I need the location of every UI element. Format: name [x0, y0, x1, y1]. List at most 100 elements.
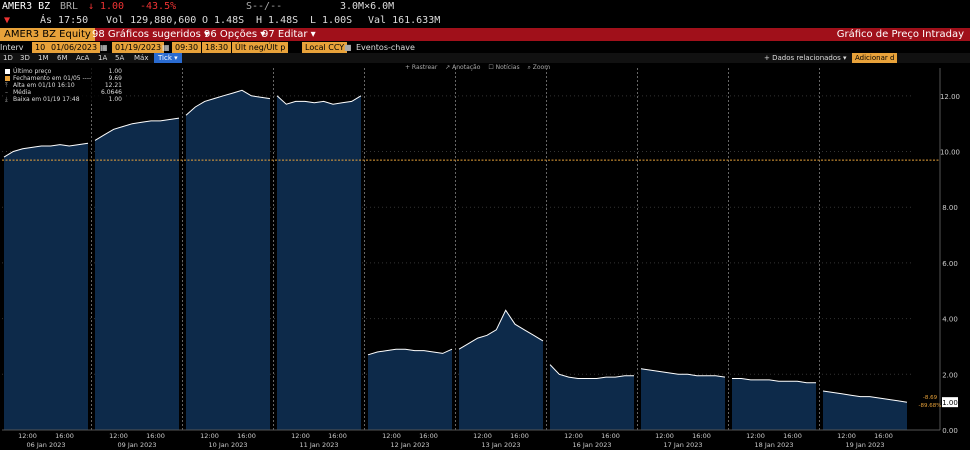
title-bar: AMER3 BZ Equity 98 Gráficos sugeridos ▾ …: [0, 28, 970, 41]
legend-swatch: [5, 76, 10, 81]
start-date-input[interactable]: 01/06/2023: [48, 42, 101, 53]
interval-input[interactable]: 10: [32, 42, 49, 53]
news-tool[interactable]: ☐ Notícias: [488, 64, 519, 71]
x-date-label: 17 Jan 2023: [664, 441, 703, 449]
down-triangle-icon: ▼: [4, 15, 11, 26]
end-date-input[interactable]: 01/19/2023: [112, 42, 165, 53]
low-price: L 1.00S: [310, 15, 353, 26]
legend-item: Fechamento em 01/05 ---- 9.69: [4, 75, 126, 82]
currency-select[interactable]: Local CCY: [302, 42, 348, 53]
up-arrow-icon: ⤒: [5, 82, 8, 89]
last-value-label: 1.00: [942, 399, 958, 407]
x-time-label: 16:00: [328, 432, 347, 440]
menu-edit[interactable]: 97 Editar ▾: [262, 28, 316, 41]
chart-toolbar: + Rastrear ↗ Anotação ☐ Notícias ⌕ Zoom: [405, 64, 556, 72]
menu-options[interactable]: 96 Opções ▾: [204, 28, 265, 41]
checkbox-icon[interactable]: ■: [344, 42, 352, 53]
last-trade-time: Ás 17:50: [40, 15, 89, 26]
quote-summary: ▼ Ás 17:50 Vol 129,880,600 O 1.48S H 1.4…: [0, 14, 970, 28]
calendar-icon[interactable]: ▦: [100, 42, 108, 53]
x-time-label: 12:00: [200, 432, 219, 440]
price-type-select[interactable]: Últ neg/Últ p: [232, 42, 289, 53]
period-max[interactable]: Máx: [134, 53, 148, 63]
period-1y[interactable]: 1A: [98, 53, 107, 63]
period-ytd[interactable]: AcA: [76, 53, 89, 63]
x-date-label: 06 Jan 2023: [27, 441, 66, 449]
x-date-label: 18 Jan 2023: [755, 441, 794, 449]
x-date-label: 16 Jan 2023: [573, 441, 612, 449]
x-date-label: 09 Jan 2023: [118, 441, 157, 449]
x-time-label: 12:00: [18, 432, 37, 440]
add-data-button[interactable]: Adicionar d: [852, 53, 898, 63]
dash-icon: –: [5, 89, 8, 96]
y-tick-label: 10.00: [940, 149, 960, 157]
bid-ask: S--/--: [246, 1, 283, 12]
interval-label: Interv: [0, 43, 24, 52]
key-events-label: Eventos-chave: [356, 43, 415, 52]
x-time-label: 12:00: [746, 432, 765, 440]
menu-suggested-charts[interactable]: 98 Gráficos sugeridos ▾: [92, 28, 209, 41]
price-area: [368, 349, 452, 430]
ticker-bar: AMER3 BZ BRL ↓ 1.00 -43.5% S--/-- 3.0M×6…: [0, 0, 970, 14]
page-title: Gráfico de Preço Intraday: [836, 29, 964, 40]
period-5y[interactable]: 5A: [115, 53, 124, 63]
x-time-label: 16:00: [55, 432, 74, 440]
high-price: H 1.48S: [256, 15, 299, 26]
open-price: O 1.48S: [202, 15, 245, 26]
bid-ask-size: 3.0M×6.0M: [340, 1, 395, 12]
zoom-tool[interactable]: ⌕ Zoom: [528, 64, 551, 71]
traded-value: Val 161.633M: [368, 15, 441, 26]
period-selector: 1D 3D 1M 6M AcA 1A 5A Máx Tick ▾ + Dados…: [0, 53, 970, 63]
change-percent: -43.5%: [140, 1, 177, 12]
end-time-input[interactable]: 18:30: [202, 42, 232, 53]
security-field[interactable]: AMER3 BZ Equity: [0, 28, 95, 41]
annotation-tool[interactable]: ↗ Anotação: [445, 64, 480, 71]
x-time-label: 12:00: [655, 432, 674, 440]
x-time-label: 16:00: [146, 432, 165, 440]
x-time-label: 16:00: [601, 432, 620, 440]
y-tick-label: 0.00: [942, 427, 958, 435]
start-time-input[interactable]: 09:30: [172, 42, 202, 53]
y-tick-label: 12.00: [940, 93, 960, 101]
x-date-label: 10 Jan 2023: [209, 441, 248, 449]
x-time-label: 16:00: [510, 432, 529, 440]
related-data-button[interactable]: + Dados relacionados ▾: [764, 53, 847, 63]
change-percent-label: -89.68%: [919, 403, 942, 409]
x-time-label: 16:00: [783, 432, 802, 440]
volume: Vol 129,880,600: [106, 15, 197, 26]
price-area: [641, 368, 725, 430]
ticker-symbol: AMER3 BZ: [2, 1, 51, 12]
period-6m[interactable]: 6M: [57, 53, 68, 63]
track-tool[interactable]: + Rastrear: [405, 64, 437, 71]
price-area: [277, 95, 361, 431]
ticker-currency: BRL: [60, 1, 79, 12]
chart-legend: Último preço 1.00 Fechamento em 01/05 ---…: [4, 68, 126, 103]
legend-item: – Média 6.0646: [5, 89, 122, 96]
price-area: [4, 143, 88, 430]
legend-item: ⤓ Baixa em 01/19 17:48 1.00: [5, 96, 122, 103]
x-time-label: 16:00: [419, 432, 438, 440]
x-time-label: 12:00: [291, 432, 310, 440]
legend-swatch: [5, 69, 10, 74]
price-chart[interactable]: 0.00 2.00 4.00 6.00 8.00 10.00 12.00 12:00 16:00…: [0, 63, 970, 450]
tick-dropdown[interactable]: Tick ▾: [154, 53, 182, 63]
x-date-label: 13 Jan 2023: [482, 441, 521, 449]
period-1d[interactable]: 1D: [3, 53, 13, 63]
y-tick-label: 6.00: [942, 260, 958, 268]
down-arrow-icon: ⤓: [5, 96, 8, 103]
x-time-label: 12:00: [473, 432, 492, 440]
x-date-label: 19 Jan 2023: [846, 441, 885, 449]
x-date-label: 12 Jan 2023: [391, 441, 430, 449]
x-time-label: 12:00: [382, 432, 401, 440]
legend-item: Último preço 1.00: [4, 68, 126, 75]
down-arrow-icon: ↓: [88, 1, 95, 12]
x-time-label: 16:00: [237, 432, 256, 440]
x-time-label: 12:00: [564, 432, 583, 440]
calendar-icon[interactable]: ▦: [162, 42, 170, 53]
x-date-label: 11 Jan 2023: [300, 441, 339, 449]
y-tick-label: 2.00: [942, 371, 958, 379]
period-1m[interactable]: 1M: [38, 53, 49, 63]
x-time-label: 12:00: [837, 432, 856, 440]
x-time-label: 16:00: [692, 432, 711, 440]
period-3d[interactable]: 3D: [20, 53, 30, 63]
